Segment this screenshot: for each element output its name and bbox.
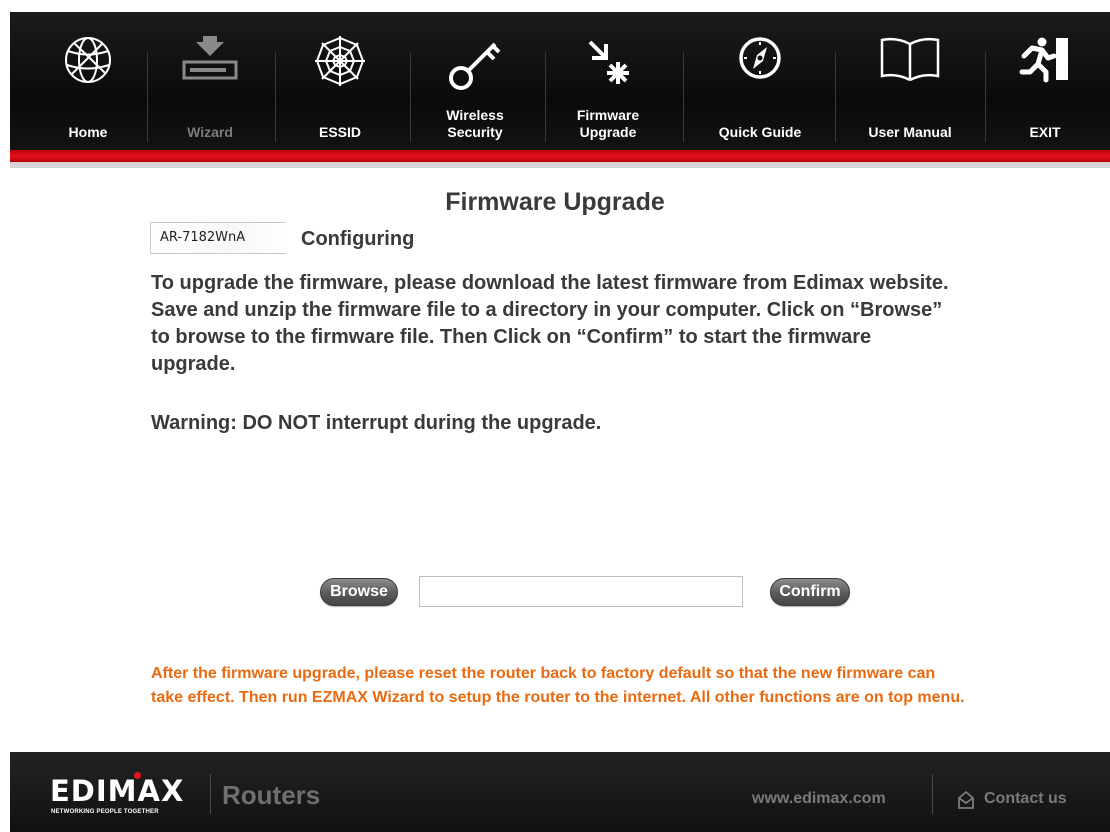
wizard-device-icon xyxy=(182,36,238,80)
nav-item-exit[interactable]: EXIT xyxy=(1010,12,1080,150)
nav-item-firmware-upgrade[interactable]: Firmware Upgrade xyxy=(568,12,648,150)
envelope-icon[interactable] xyxy=(956,790,976,810)
nav-separator xyxy=(410,52,411,142)
nav-item-user-manual[interactable]: User Manual xyxy=(850,12,970,150)
nav-item-quick-guide[interactable]: Quick Guide xyxy=(700,12,820,150)
nav-label-essid: ESSID xyxy=(318,124,361,140)
logo-red-dot xyxy=(134,772,141,779)
nav-label-quick-guide: Quick Guide xyxy=(718,124,802,140)
nav-label-user-manual: User Manual xyxy=(868,124,952,140)
nav-item-wizard[interactable]: Wizard xyxy=(170,12,250,150)
compass-icon xyxy=(739,37,781,79)
nav-item-home[interactable]: Home xyxy=(53,12,123,150)
post-upgrade-note: After the firmware upgrade, please reset… xyxy=(151,665,965,706)
top-navigation-bar: Home Wizard ESSID Wireless Security Firm… xyxy=(10,12,1110,162)
model-name-box: AR-7182WnA xyxy=(150,222,286,254)
nav-label-wireless-security: Wireless Security xyxy=(446,107,504,140)
nav-separator xyxy=(147,52,148,142)
footer-separator xyxy=(210,774,211,814)
nav-separator xyxy=(835,52,836,142)
spiderweb-icon xyxy=(315,36,365,86)
firmware-file-path-input[interactable] xyxy=(419,576,743,607)
browse-button[interactable]: Browse xyxy=(320,578,398,606)
footer-bar: EDIMAX NETWORKING PEOPLE TOGETHER Router… xyxy=(10,752,1110,832)
nav-separator xyxy=(275,52,276,142)
open-book-icon xyxy=(880,37,940,82)
warning-text: Warning: DO NOT interrupt during the upg… xyxy=(151,412,602,434)
exit-running-man-icon xyxy=(1019,37,1068,83)
nav-label-home: Home xyxy=(68,124,108,140)
nav-label-exit: EXIT xyxy=(1029,124,1061,140)
key-icon xyxy=(449,42,501,90)
nav-separator xyxy=(545,52,546,142)
nav-label-firmware-upgrade: Firmware Upgrade xyxy=(576,107,640,140)
footer-section-title: Routers xyxy=(222,780,321,810)
nav-separator xyxy=(683,52,684,142)
nav-item-wireless-security[interactable]: Wireless Security xyxy=(435,12,515,150)
edimax-logo[interactable]: EDIMAX NETWORKING PEOPLE TOGETHER xyxy=(50,772,210,816)
nav-label-wizard: Wizard xyxy=(187,124,233,140)
nav-separator xyxy=(985,52,986,142)
logo-tagline: NETWORKING PEOPLE TOGETHER xyxy=(51,809,159,815)
instructions-text: To upgrade the firmware, please download… xyxy=(151,272,949,375)
confirm-button[interactable]: Confirm xyxy=(770,578,850,606)
globe-icon xyxy=(65,37,111,83)
footer-separator xyxy=(932,774,933,814)
status-label: Configuring xyxy=(301,228,415,250)
nav-bottom-strip xyxy=(10,162,1110,168)
website-link[interactable]: www.edimax.com xyxy=(752,790,886,808)
firmware-arrow-icon xyxy=(588,40,629,84)
page-title: Firmware Upgrade xyxy=(445,188,665,216)
logo-wordmark: EDIMAX xyxy=(50,774,185,808)
nav-red-accent-bar xyxy=(10,150,1110,162)
contact-us-link[interactable]: Contact us xyxy=(984,790,1067,808)
nav-item-essid[interactable]: ESSID xyxy=(300,12,380,150)
